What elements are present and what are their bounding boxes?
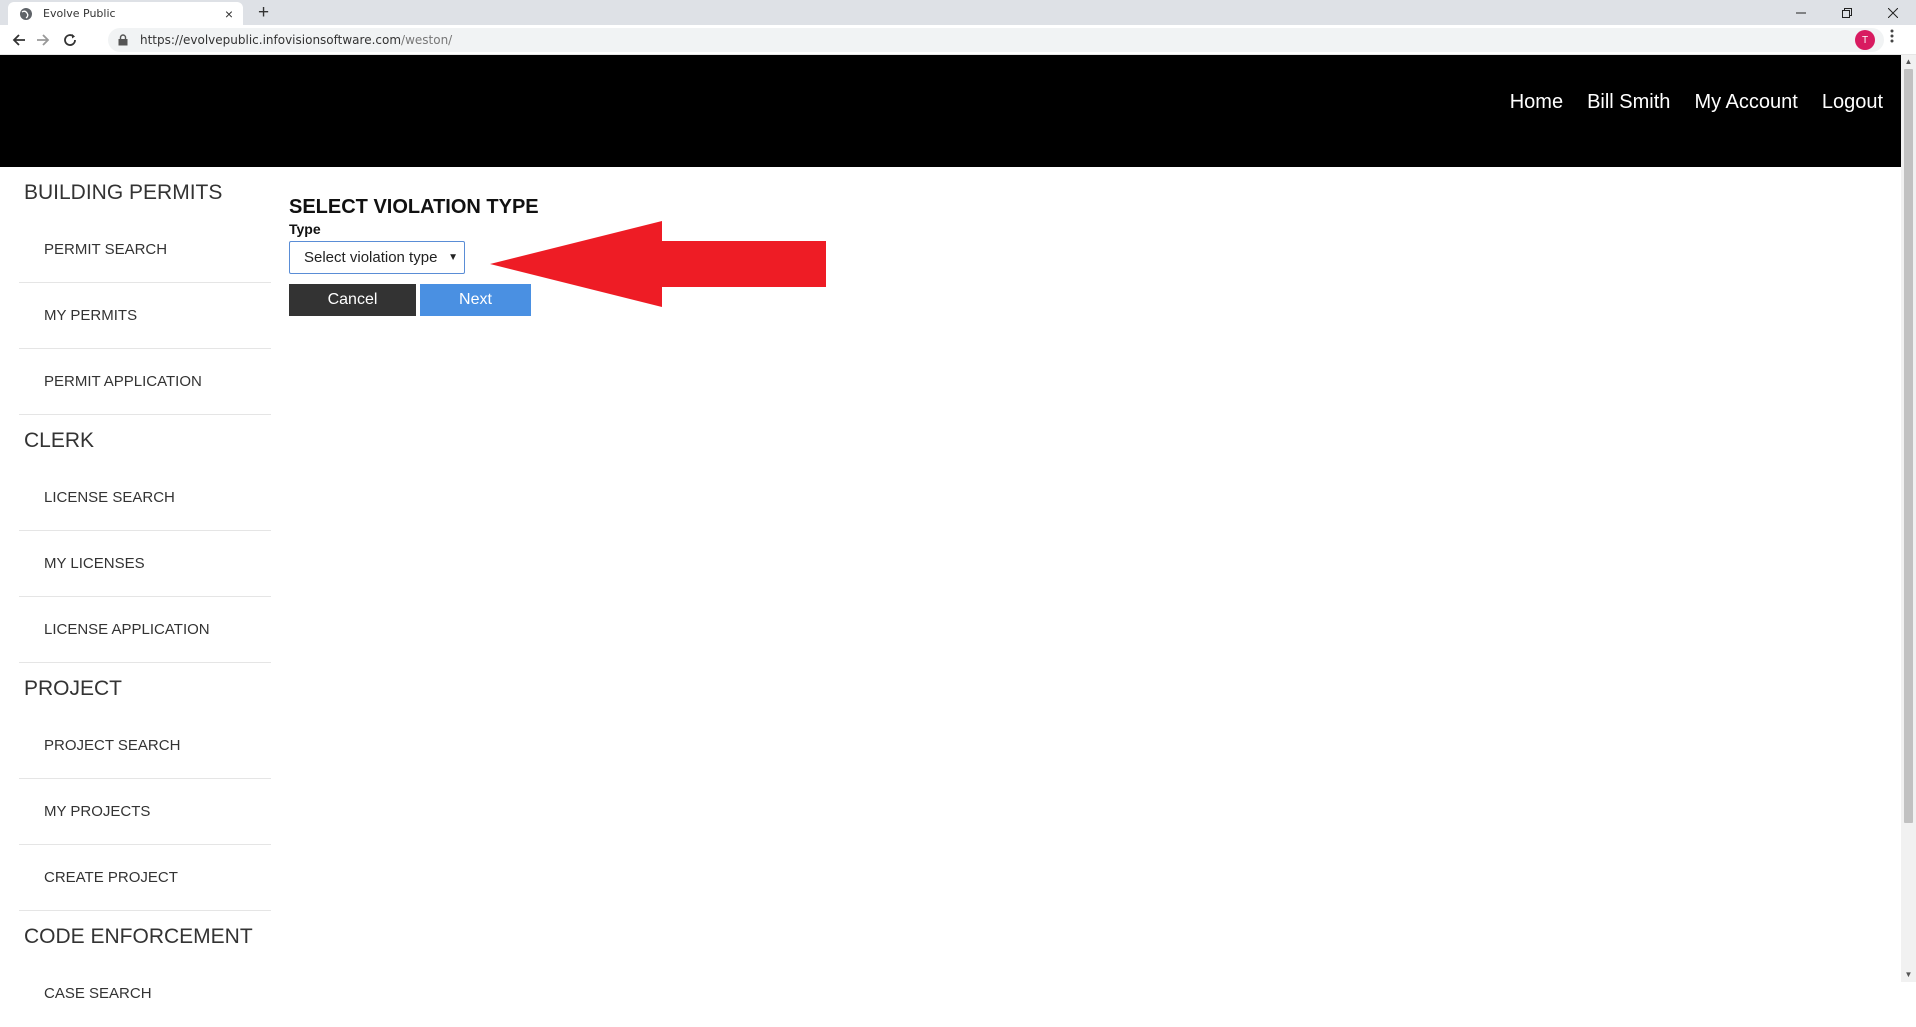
sidebar-item-my-licenses[interactable]: MY LICENSES — [19, 531, 271, 597]
forward-arrow-icon[interactable] — [32, 29, 54, 51]
globe-icon — [19, 7, 33, 21]
close-window-button[interactable] — [1870, 0, 1916, 25]
sidebar-item-case-search[interactable]: CASE SEARCH — [19, 961, 271, 1027]
sidebar-item-permit-application[interactable]: PERMIT APPLICATION — [19, 349, 271, 415]
browser-tab[interactable]: Evolve Public × — [8, 2, 243, 25]
sidebar-item-my-permits[interactable]: MY PERMITS — [19, 283, 271, 349]
address-bar[interactable]: https://evolvepublic.infovisionsoftware.… — [108, 28, 1884, 52]
window-controls — [1778, 0, 1916, 25]
sidebar-item-license-search[interactable]: LICENSE SEARCH — [19, 465, 271, 531]
url-text: https://evolvepublic.infovisionsoftware.… — [140, 33, 452, 47]
violation-type-select[interactable]: Select violation type ▼ — [289, 241, 465, 274]
sidebar-item-my-projects[interactable]: MY PROJECTS — [19, 779, 271, 845]
scrollbar-thumb[interactable] — [1904, 69, 1913, 823]
nav-logout-link[interactable]: Logout — [1822, 91, 1883, 114]
url-path: /weston/ — [401, 33, 453, 47]
scroll-up-icon[interactable]: ▲ — [1901, 55, 1916, 69]
sidebar-item-create-project[interactable]: CREATE PROJECT — [19, 845, 271, 911]
sidebar-section-project: PROJECT — [24, 677, 123, 700]
restore-icon — [1842, 7, 1852, 18]
nav-user-link[interactable]: Bill Smith — [1587, 91, 1670, 114]
page-title: SELECT VIOLATION TYPE — [289, 196, 539, 218]
browser-tab-strip: Evolve Public × + — [0, 0, 1916, 25]
top-navigation: Home Bill Smith My Account Logout — [1510, 91, 1883, 114]
minimize-icon — [1796, 12, 1806, 13]
violation-type-select-value: Select violation type — [304, 249, 438, 266]
sidebar-section-clerk: CLERK — [24, 429, 95, 452]
annotation-arrow-icon — [490, 221, 826, 307]
tab-title: Evolve Public — [43, 7, 116, 20]
sidebar-section-building-permits: BUILDING PERMITS — [24, 181, 223, 204]
back-arrow-icon[interactable] — [8, 29, 30, 51]
sidebar-section-code-enforcement: CODE ENFORCEMENT — [24, 925, 253, 948]
tab-close-icon[interactable]: × — [225, 7, 233, 21]
scroll-down-icon[interactable]: ▼ — [1901, 968, 1916, 982]
close-icon — [1888, 7, 1898, 18]
sidebar-item-permit-search[interactable]: PERMIT SEARCH — [19, 217, 271, 283]
dropdown-caret-icon: ▼ — [446, 242, 458, 273]
url-host: https://evolvepublic.infovisionsoftware.… — [140, 33, 402, 47]
nav-home-link[interactable]: Home — [1510, 91, 1563, 114]
nav-my-account-link[interactable]: My Account — [1694, 91, 1797, 114]
cancel-button[interactable]: Cancel — [289, 284, 416, 316]
reload-icon[interactable] — [59, 29, 81, 51]
profile-avatar[interactable]: T — [1855, 30, 1875, 50]
lock-icon — [118, 34, 130, 46]
sidebar: BUILDING PERMITS PERMIT SEARCH MY PERMIT… — [19, 167, 271, 1027]
minimize-button[interactable] — [1778, 0, 1824, 25]
restore-button[interactable] — [1824, 0, 1870, 25]
browser-toolbar: https://evolvepublic.infovisionsoftware.… — [0, 25, 1916, 55]
sidebar-item-project-search[interactable]: PROJECT SEARCH — [19, 713, 271, 779]
page-scrollbar[interactable]: ▲ ▼ — [1901, 55, 1916, 982]
new-tab-button[interactable]: + — [258, 0, 269, 25]
kebab-menu-icon[interactable] — [1890, 29, 1894, 48]
sidebar-item-license-application[interactable]: LICENSE APPLICATION — [19, 597, 271, 663]
site-header: Home Bill Smith My Account Logout — [0, 55, 1901, 167]
